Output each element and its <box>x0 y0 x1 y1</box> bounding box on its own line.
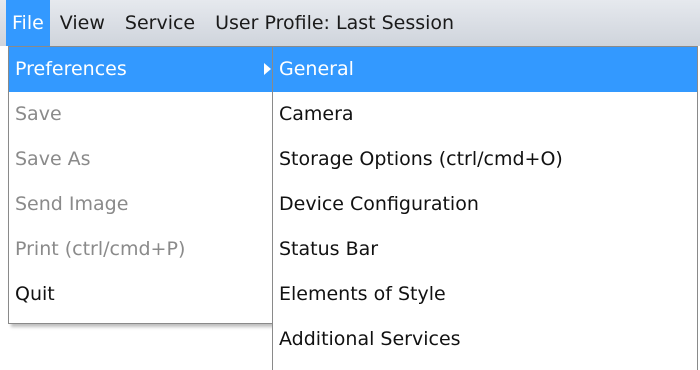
menu-item-preferences-label: Preferences <box>15 58 127 80</box>
menu-item-quit[interactable]: Quit <box>9 272 273 317</box>
file-dropdown-menu: Preferences Save Save As Send Image Prin… <box>8 46 274 324</box>
menu-file[interactable]: File <box>6 0 50 46</box>
menu-item-preferences[interactable]: Preferences <box>9 47 273 92</box>
menu-item-print: Print (ctrl/cmd+P) <box>15 238 186 260</box>
submenu-item-elements-of-style[interactable]: Elements of Style <box>273 272 697 317</box>
submenu-item-additional-services[interactable]: Additional Services <box>273 317 697 362</box>
preferences-submenu: General Camera Storage Options (ctrl/cmd… <box>272 46 698 370</box>
submenu-item-status-bar[interactable]: Status Bar <box>273 227 697 272</box>
submenu-item-storage-options[interactable]: Storage Options (ctrl/cmd+O) <box>273 137 697 182</box>
menu-item-save: Save <box>15 103 62 125</box>
menu-view[interactable]: View <box>50 0 115 46</box>
submenu-item-camera[interactable]: Camera <box>273 92 697 137</box>
menu-bar: File View Service User Profile: Last Ses… <box>0 0 700 46</box>
menu-item-save-as: Save As <box>15 148 91 170</box>
menu-item-send-image: Send Image <box>15 193 129 215</box>
menu-service[interactable]: Service <box>115 0 205 46</box>
menu-user-profile[interactable]: User Profile: Last Session <box>205 0 464 46</box>
submenu-item-general[interactable]: General <box>273 47 697 92</box>
submenu-item-device-configuration[interactable]: Device Configuration <box>273 182 697 227</box>
submenu-arrow-icon <box>264 63 271 75</box>
